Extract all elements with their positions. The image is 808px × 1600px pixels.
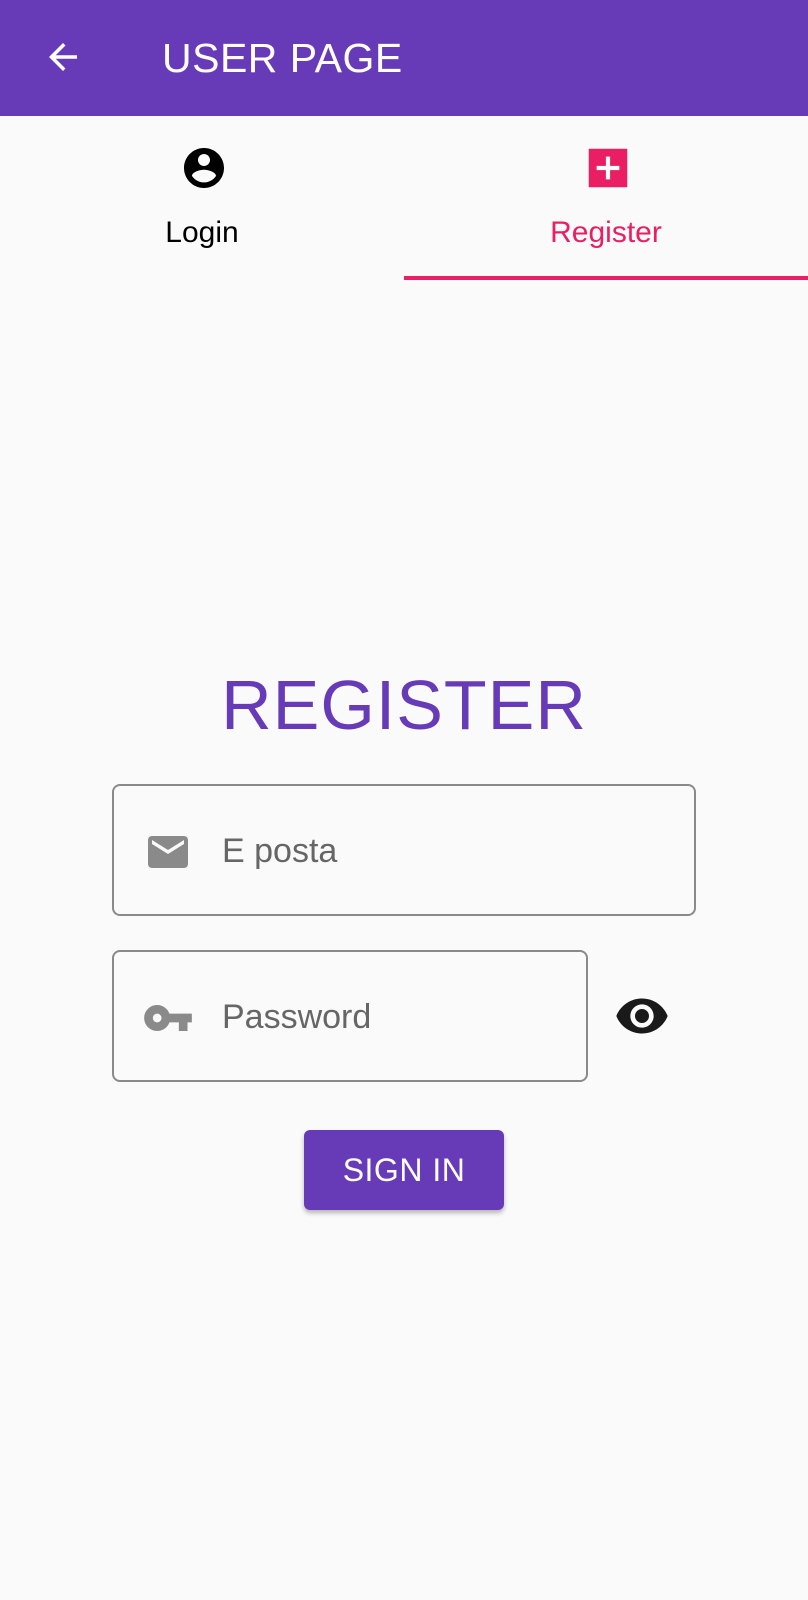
password-input[interactable] xyxy=(222,982,562,1052)
add-box-icon xyxy=(584,144,632,192)
eye-icon xyxy=(616,998,668,1034)
email-input[interactable] xyxy=(222,816,562,886)
tab-register-label: Register xyxy=(550,216,662,249)
page-title: USER PAGE xyxy=(162,34,403,81)
account-circle-icon xyxy=(180,144,228,192)
tab-bar: Login Register xyxy=(0,116,808,282)
key-icon xyxy=(142,992,194,1044)
app-bar: USER PAGE xyxy=(0,0,808,116)
arrow-back-icon xyxy=(49,43,77,71)
tab-login[interactable]: Login xyxy=(0,116,404,282)
form-heading: REGISTER xyxy=(221,666,587,744)
email-field[interactable] xyxy=(112,784,696,916)
tab-register[interactable]: Register xyxy=(404,116,808,282)
tab-login-label: Login xyxy=(165,216,239,249)
toggle-password-visibility-button[interactable] xyxy=(612,988,672,1044)
tab-indicator xyxy=(404,276,808,280)
sign-in-button[interactable]: SIGN IN xyxy=(304,1130,504,1210)
password-field[interactable] xyxy=(112,950,588,1082)
back-button[interactable] xyxy=(36,30,90,84)
mail-icon xyxy=(142,826,194,878)
